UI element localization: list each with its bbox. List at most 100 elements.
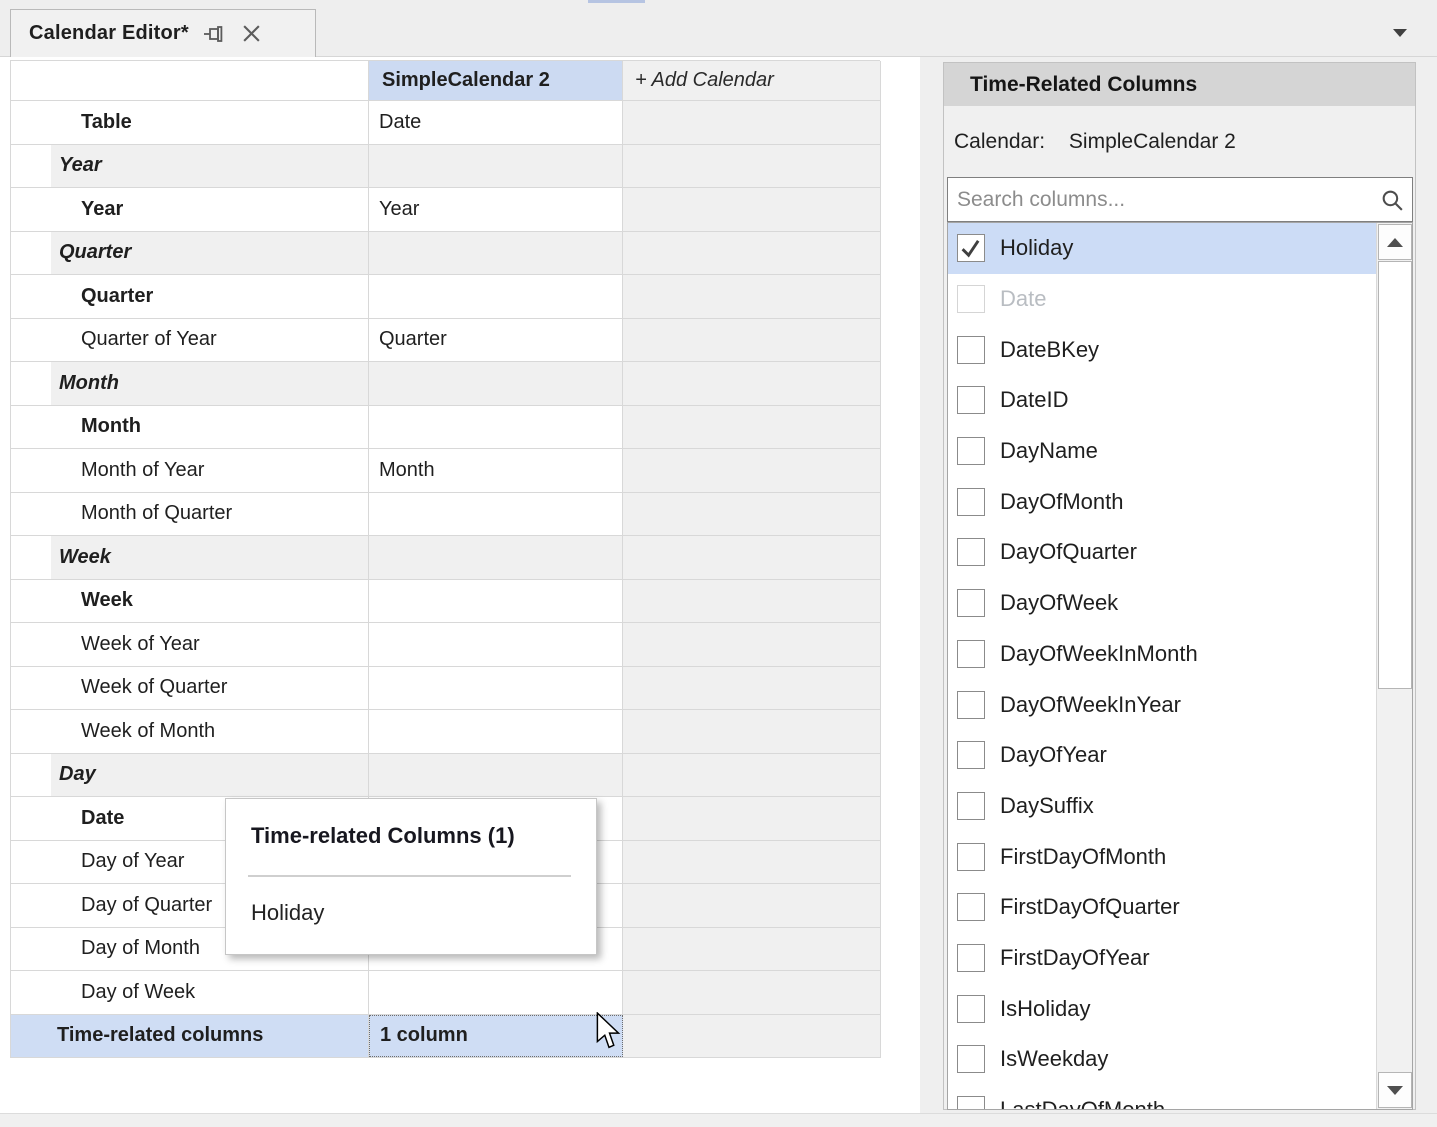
list-item-firstdayofyear[interactable]: FirstDayOfYear <box>948 933 1378 984</box>
search-input[interactable] <box>948 178 1412 221</box>
table-row-quarter-of-year: Quarter of Year Quarter <box>11 319 881 363</box>
list-item-firstdayofquarter[interactable]: FirstDayOfQuarter <box>948 882 1378 933</box>
row-add-cell[interactable] <box>623 319 881 362</box>
row-label: Quarter of Year <box>11 319 369 362</box>
row-add-cell[interactable] <box>623 884 881 927</box>
checkbox[interactable] <box>957 944 985 972</box>
list-item-dateid[interactable]: DateID <box>948 375 1378 426</box>
checkbox[interactable] <box>957 1045 985 1073</box>
search-icon[interactable] <box>1379 187 1406 219</box>
checkbox[interactable] <box>957 336 985 364</box>
list-item-isweekday[interactable]: IsWeekday <box>948 1034 1378 1085</box>
row-value[interactable] <box>369 406 623 449</box>
list-item-dayofyear[interactable]: DayOfYear <box>948 730 1378 781</box>
row-value[interactable] <box>369 580 623 623</box>
checkbox[interactable] <box>957 488 985 516</box>
group-label: Week <box>11 536 369 579</box>
checkbox[interactable] <box>957 691 985 719</box>
row-label: Week of Year <box>11 623 369 666</box>
list-item-lastdayofmonth[interactable]: LastDayOfMonth <box>948 1085 1378 1110</box>
row-add-cell[interactable] <box>623 449 881 492</box>
checkbox[interactable] <box>957 538 985 566</box>
checkbox[interactable] <box>957 589 985 617</box>
tooltip-item: Holiday <box>251 900 324 926</box>
list-item-firstdayofmonth[interactable]: FirstDayOfMonth <box>948 831 1378 882</box>
row-value[interactable] <box>369 971 623 1014</box>
checkbox[interactable] <box>957 995 985 1023</box>
row-add-cell[interactable] <box>623 493 881 536</box>
row-value[interactable] <box>369 667 623 710</box>
selected-cell-time-related-columns[interactable]: 1 column <box>369 1015 623 1058</box>
checkbox[interactable] <box>957 843 985 871</box>
row-value <box>369 536 623 579</box>
row-add-cell[interactable] <box>623 406 881 449</box>
scrollbar-thumb[interactable] <box>1378 261 1412 689</box>
row-add-cell[interactable] <box>623 841 881 884</box>
row-add-cell[interactable] <box>623 580 881 623</box>
row-value[interactable]: Month <box>369 449 623 492</box>
list-item-holiday[interactable]: Holiday <box>948 223 1378 274</box>
add-calendar-button[interactable]: + Add Calendar <box>623 61 881 100</box>
row-add-cell <box>623 536 881 579</box>
table-row-month-of-quarter: Month of Quarter <box>11 493 881 537</box>
list-item-dayname[interactable]: DayName <box>948 426 1378 477</box>
time-related-columns-panel: Time-Related Columns Calendar: SimpleCal… <box>943 62 1416 1110</box>
tab-calendar-editor[interactable]: Calendar Editor* <box>10 9 316 57</box>
row-label: Table <box>11 101 369 144</box>
window-dropdown-caret-icon[interactable] <box>1393 29 1407 37</box>
row-label: Week of Quarter <box>11 667 369 710</box>
list-item-datebkey[interactable]: DateBKey <box>948 324 1378 375</box>
group-row-week: Week <box>11 536 881 580</box>
group-row-year: Year <box>11 145 881 189</box>
row-label: Day of Week <box>11 971 369 1014</box>
row-add-cell[interactable] <box>623 1015 881 1058</box>
scrollbar-up-arrow[interactable] <box>1378 224 1412 260</box>
row-value[interactable]: Date <box>369 101 623 144</box>
checkbox[interactable] <box>957 1096 985 1110</box>
row-add-cell[interactable] <box>623 710 881 753</box>
row-value <box>369 754 623 797</box>
checkbox[interactable] <box>957 893 985 921</box>
group-row-day: Day <box>11 754 881 798</box>
row-add-cell[interactable] <box>623 275 881 318</box>
list-item-dayofweek[interactable]: DayOfWeek <box>948 578 1378 629</box>
row-add-cell[interactable] <box>623 623 881 666</box>
scrollbar-down-arrow[interactable] <box>1378 1072 1412 1108</box>
grid-header-empty-cell <box>11 61 369 100</box>
list-item-daysuffix[interactable]: DaySuffix <box>948 781 1378 832</box>
row-add-cell[interactable] <box>623 797 881 840</box>
checkbox[interactable] <box>957 437 985 465</box>
pin-icon[interactable] <box>203 22 227 46</box>
row-value[interactable] <box>369 623 623 666</box>
list-item-date[interactable]: Date <box>948 274 1378 325</box>
checkbox-checked[interactable] <box>957 234 985 262</box>
table-row-week-of-month: Week of Month <box>11 710 881 754</box>
close-icon[interactable] <box>241 23 262 44</box>
row-add-cell <box>623 362 881 405</box>
row-add-cell <box>623 232 881 275</box>
row-value[interactable]: Quarter <box>369 319 623 362</box>
row-add-cell[interactable] <box>623 928 881 971</box>
row-add-cell[interactable] <box>623 971 881 1014</box>
row-add-cell[interactable] <box>623 667 881 710</box>
grid-header-calendar-column[interactable]: SimpleCalendar 2 <box>369 61 623 100</box>
list-item-isholiday[interactable]: IsHoliday <box>948 983 1378 1034</box>
checkbox[interactable] <box>957 640 985 668</box>
row-value[interactable]: Year <box>369 188 623 231</box>
checkbox[interactable] <box>957 792 985 820</box>
row-value[interactable] <box>369 493 623 536</box>
list-item-dayofmonth[interactable]: DayOfMonth <box>948 476 1378 527</box>
list-scrollbar[interactable] <box>1376 223 1412 1109</box>
row-add-cell[interactable] <box>623 101 881 144</box>
table-row-table: Table Date <box>11 101 881 145</box>
row-value[interactable] <box>369 710 623 753</box>
list-item-dayofquarter[interactable]: DayOfQuarter <box>948 527 1378 578</box>
table-row-time-related-columns: Time-related columns 1 column <box>11 1015 881 1059</box>
row-value[interactable] <box>369 275 623 318</box>
checkbox[interactable] <box>957 386 985 414</box>
list-item-dayofweekinmonth[interactable]: DayOfWeekInMonth <box>948 629 1378 680</box>
row-add-cell[interactable] <box>623 188 881 231</box>
list-item-dayofweekinyear[interactable]: DayOfWeekInYear <box>948 679 1378 730</box>
checkbox[interactable] <box>957 741 985 769</box>
group-label: Month <box>11 362 369 405</box>
